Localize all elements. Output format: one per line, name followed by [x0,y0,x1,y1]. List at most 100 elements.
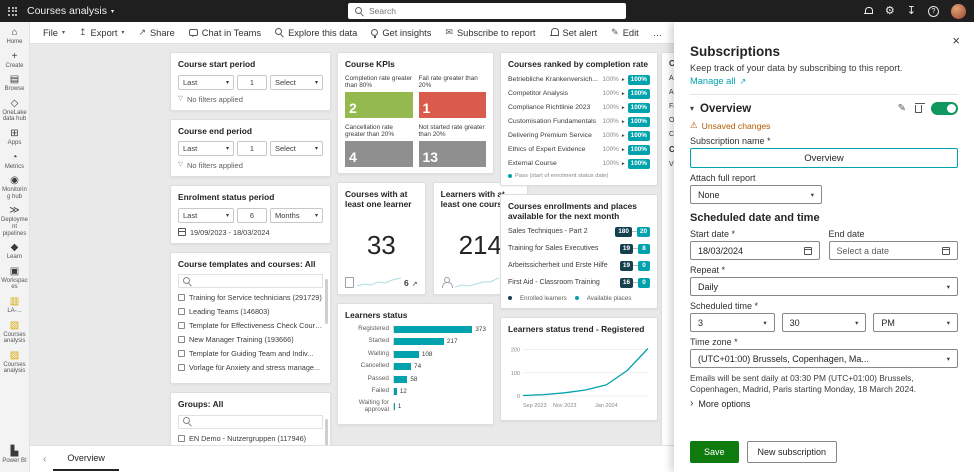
previous-value: 100% [603,160,619,167]
checkbox[interactable] [178,322,185,329]
enrolment-value-input[interactable]: 6 [237,208,267,223]
sidebar-item-monitoring-hub[interactable]: ◉Monitoring hub [0,173,29,203]
download-icon[interactable]: ↧ [907,6,916,17]
sidebar-item-power-bi[interactable]: ▙Power BI [0,444,29,468]
course-end-value-input[interactable]: 1 [237,141,267,156]
subscription-toggle[interactable] [931,102,958,115]
sidebar-item-browse[interactable]: ▤Browse [0,72,29,96]
sidebar-item-apps[interactable]: ⊞Apps [0,126,29,150]
end-date-input[interactable]: Select a date [829,241,959,260]
sidebar-item-la[interactable]: ▥LA-... [0,294,29,318]
course-start-mode-dropdown[interactable]: Last▾ [178,75,234,90]
help-icon[interactable]: ? [928,6,939,17]
new-subscription-button[interactable]: New subscription [747,441,838,463]
subscription-name-input[interactable] [690,148,958,168]
course-template-item[interactable]: Template for Guiding Team and Indiv... [178,349,323,358]
course-end-unit-dropdown[interactable]: Select▾ [270,141,323,156]
course-template-item[interactable]: Vorlage für Anxiety and stress manage... [178,363,323,372]
toolbar-set-alert[interactable]: Set alert [543,22,605,43]
card-title: Courses with at least one learner [345,189,418,210]
chevron-right-icon: › [690,398,693,409]
delete-icon[interactable] [915,105,922,113]
workspace-icon: ▥ [10,297,19,307]
sidebar-item-deployment-pipelines[interactable]: ≫Deployment pipelines [0,203,29,240]
toolbar-subscribe-to-report[interactable]: ✉Subscribe to report [438,22,542,43]
settings-gear-icon[interactable]: ⚙ [885,6,895,17]
course-start-value-input[interactable]: 1 [237,75,267,90]
item-label: Template for Guiding Team and Indiv... [189,349,313,358]
checkbox[interactable] [178,336,185,343]
timezone-dropdown[interactable]: (UTC+01:00) Brussels, Copenhagen, Ma... … [690,349,958,368]
unsaved-changes-warning: ⚠ Unsaved changes [690,120,958,131]
start-date-input[interactable]: 18/03/2024 [690,241,820,260]
course-end-mode-dropdown[interactable]: Last▾ [178,141,234,156]
list-search-box[interactable] [178,274,323,288]
sidebar-item-learn[interactable]: ◆Learn [0,240,29,264]
bar-value: 1 [398,403,402,410]
list-search-box[interactable] [178,415,323,429]
enrolment-mode-dropdown[interactable]: Last▾ [178,208,234,223]
bar [394,403,395,410]
tab-scroll-left-icon[interactable]: ‹ [43,454,46,465]
checkbox[interactable] [178,294,185,301]
toolbar-export[interactable]: ↥Export▾ [72,22,131,43]
toolbar-get-insights[interactable]: Get insights [364,22,438,43]
toolbar-share[interactable]: ↗Share [131,22,181,43]
sidebar-item-courses-analysis[interactable]: ▧Courses analysis [0,318,29,348]
app-launcher-icon[interactable] [8,7,17,16]
course-template-item[interactable]: Leading Teams (146803) [178,307,323,316]
manage-all-link[interactable]: Manage all ↗ [690,76,746,86]
user-avatar[interactable] [951,4,966,19]
ranked-row: Ethics of Expert Evidence100%▸100% [508,145,650,155]
course-template-item[interactable]: Template for Effectiveness Check Cours..… [178,321,323,330]
hour-dropdown[interactable]: 3▾ [690,313,775,332]
bar [394,363,411,370]
sidebar-item-home[interactable]: ⌂Home [0,25,29,49]
toolbar-item[interactable]: … [646,22,669,43]
minute-dropdown[interactable]: 30▾ [782,313,867,332]
chevron-down-icon[interactable]: ▾ [690,104,694,113]
checkbox[interactable] [178,350,185,357]
notifications-icon[interactable] [864,7,873,16]
sidebar-item-create[interactable]: +Create [0,49,29,73]
more-options[interactable]: › More options [690,398,958,409]
edit-icon[interactable]: ✎ [898,103,906,114]
toolbar-chat-in-teams[interactable]: Chat in Teams [182,22,268,43]
checkbox[interactable] [178,435,185,442]
courses-with-learner-card: Courses with at least one learner 33 6 ↗ [337,182,426,295]
sidebar-item-label: Courses analysis [0,332,29,345]
course-name: Competitor Analysis [508,90,600,97]
checkbox[interactable] [178,308,185,315]
group-item[interactable]: EN Demo - Nutzergruppen (117946) [178,434,323,443]
filter-status-text: No filters applied [187,95,243,104]
sidebar-item-courses-analysis[interactable]: ▨Courses analysis [0,348,29,378]
repeat-dropdown[interactable]: Daily ▾ [690,277,958,296]
attach-report-dropdown[interactable]: None ▾ [690,185,822,204]
course-template-item[interactable]: New Manager Training (193666) [178,335,323,344]
enrolment-unit-dropdown[interactable]: Months▾ [270,208,323,223]
scrollbar[interactable] [325,279,328,324]
global-search[interactable] [348,3,626,19]
app-title[interactable]: Courses analysis ▾ [27,5,114,17]
toolbar-edit[interactable]: ✎Edit [604,22,646,43]
bar-passed: Passed58 [345,375,486,383]
toolbar-explore-this-data[interactable]: Explore this data [268,22,364,43]
course-template-item[interactable]: Training for Service technicians (291729… [178,293,323,302]
learners-status-bars: Registered373Started217Waiting108Cancell… [345,325,486,413]
course-start-unit-dropdown[interactable]: Select▾ [270,75,323,90]
sidebar-item-onelake-data-hub[interactable]: ◇OneLake data hub [0,96,29,126]
sidebar-item-metrics[interactable]: ◔Metrics [0,150,29,174]
timezone-label: Time zone * [690,337,958,347]
toolbar-label: Explore this data [288,28,357,38]
scrollbar[interactable] [325,419,328,445]
meridiem-dropdown[interactable]: PM▾ [873,313,958,332]
toolbar-file[interactable]: File▾ [36,22,72,43]
close-icon[interactable]: × [952,34,960,47]
powerbi-icon: ▙ [11,447,19,457]
sidebar-item-workspaces[interactable]: ▣Workspaces [0,264,29,294]
search-input[interactable] [369,6,619,16]
page-tab-overview[interactable]: Overview [53,448,119,471]
save-button[interactable]: Save [690,441,739,463]
toolbar-label: Share [150,28,175,38]
checkbox[interactable] [178,364,185,371]
